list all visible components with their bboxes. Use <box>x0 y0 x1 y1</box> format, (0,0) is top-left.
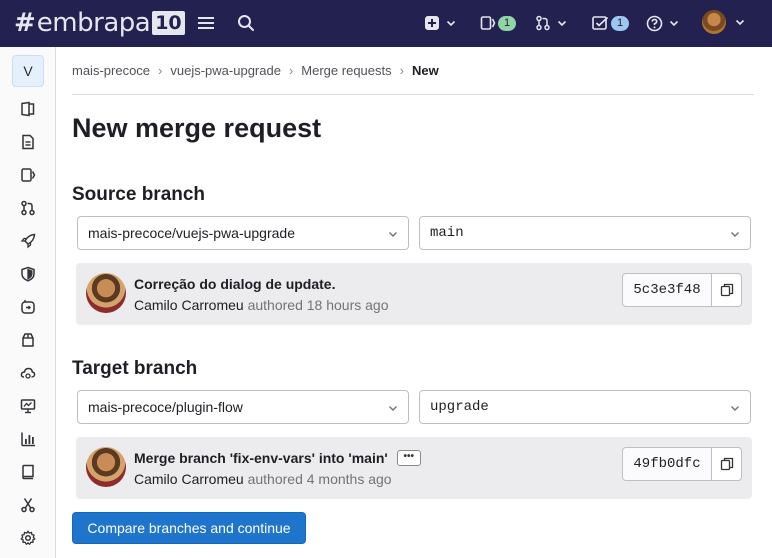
security-shield-icon[interactable] <box>16 262 40 286</box>
todo-icon <box>592 16 609 30</box>
new-item-dropdown[interactable] <box>424 12 456 34</box>
merge-request-icon <box>536 15 550 31</box>
commit-message[interactable]: Correção do dialog de update. <box>134 276 335 292</box>
source-project-value: mais-precoce/vuejs-pwa-upgrade <box>88 225 295 241</box>
repository-icon[interactable] <box>16 130 40 154</box>
commit-author[interactable]: Camilo Carromeu <box>134 297 244 313</box>
breadcrumb-current[interactable]: New <box>412 63 439 78</box>
breadcrumb-merge-requests[interactable]: Merge requests <box>301 63 391 78</box>
page-title: New merge request <box>72 113 322 143</box>
copy-sha-button[interactable] <box>712 447 742 481</box>
help-icon <box>646 15 663 31</box>
commit-message[interactable]: Merge branch 'fix-env-vars' into 'main' <box>134 450 388 466</box>
source-branch-heading: Source branch <box>72 184 206 205</box>
logo-hash: # <box>14 8 36 38</box>
menu-icon[interactable] <box>197 12 215 34</box>
target-commit-card: Merge branch 'fix-env-vars' into 'main' … <box>76 437 752 499</box>
issues-icon[interactable] <box>16 163 40 187</box>
analytics-icon[interactable] <box>16 427 40 451</box>
author-avatar[interactable] <box>86 273 126 313</box>
infrastructure-icon[interactable] <box>16 361 40 385</box>
ci-cd-rocket-icon[interactable] <box>16 229 40 253</box>
project-avatar[interactable]: V <box>12 55 44 87</box>
commit-title: Merge branch 'fix-env-vars' into 'main' … <box>134 450 421 466</box>
target-branch-heading: Target branch <box>72 358 198 379</box>
chevron-down-icon <box>735 19 745 26</box>
chevron-down-icon <box>557 20 567 27</box>
commit-sha[interactable]: 5c3e3f48 <box>622 273 712 307</box>
chevron-down-icon <box>446 20 456 27</box>
snippets-icon[interactable] <box>16 493 40 517</box>
breadcrumb-group[interactable]: mais-precoce <box>72 63 150 78</box>
todos-button[interactable]: 1 <box>592 12 629 34</box>
commit-title[interactable]: Correção do dialog de update. <box>134 276 335 292</box>
logo-word: embrapa <box>36 8 151 38</box>
breadcrumb: mais-precoce › vuejs-pwa-upgrade › Merge… <box>72 63 439 78</box>
copy-sha-button[interactable] <box>712 273 742 307</box>
plus-square-icon <box>425 16 439 30</box>
source-branch-select[interactable]: main <box>419 216 751 250</box>
commit-meta: Camilo Carromeu authored 4 months ago <box>134 471 392 487</box>
deployments-icon[interactable] <box>16 295 40 319</box>
chevron-down-icon <box>669 20 679 27</box>
chevron-down-icon <box>731 232 739 237</box>
project-overview-icon[interactable] <box>16 97 40 121</box>
target-project-value: mais-precoce/plugin-flow <box>88 399 243 415</box>
merge-requests-dropdown[interactable] <box>535 12 567 34</box>
breadcrumb-project[interactable]: vuejs-pwa-upgrade <box>170 63 281 78</box>
chevron-down-icon <box>389 406 397 411</box>
breadcrumb-separator: › <box>399 63 404 78</box>
project-sidebar: V <box>0 47 56 558</box>
breadcrumb-divider <box>72 94 754 95</box>
target-project-select[interactable]: mais-precoce/plugin-flow <box>77 390 409 424</box>
search-icon[interactable] <box>237 12 255 34</box>
commit-sha[interactable]: 49fb0dfc <box>622 447 712 481</box>
source-project-select[interactable]: mais-precoce/vuejs-pwa-upgrade <box>77 216 409 250</box>
monitor-icon[interactable] <box>16 394 40 418</box>
breadcrumb-separator: › <box>288 63 294 78</box>
source-commit-card: Correção do dialog de update. Camilo Car… <box>76 263 752 325</box>
compare-branches-button[interactable]: Compare branches and continue <box>72 512 306 544</box>
commit-sha-group: 49fb0dfc <box>622 447 742 481</box>
merge-requests-icon[interactable] <box>16 196 40 220</box>
commit-author[interactable]: Camilo Carromeu <box>134 471 244 487</box>
todos-count-badge: 1 <box>611 15 629 31</box>
logo-badge: 10 <box>152 11 185 35</box>
commit-time: authored 18 hours ago <box>247 297 389 313</box>
settings-icon[interactable] <box>16 526 40 550</box>
embrapa-logo[interactable]: # embrapa 10 <box>14 9 185 37</box>
target-branch-select[interactable]: upgrade <box>419 390 751 424</box>
copy-icon <box>720 457 733 471</box>
wiki-icon[interactable] <box>16 460 40 484</box>
user-menu-dropdown[interactable] <box>702 10 745 34</box>
user-avatar <box>702 10 726 34</box>
issues-icon <box>480 16 496 30</box>
source-branch-value: main <box>430 225 464 241</box>
help-dropdown[interactable] <box>646 12 679 34</box>
top-navigation-bar: # embrapa 10 1 1 <box>0 0 772 47</box>
commit-time: authored 4 months ago <box>247 471 392 487</box>
copy-icon <box>720 283 733 297</box>
breadcrumb-separator: › <box>158 63 163 78</box>
issues-button[interactable]: 1 <box>480 12 516 34</box>
packages-icon[interactable] <box>16 328 40 352</box>
commit-meta: Camilo Carromeu authored 18 hours ago <box>134 297 388 313</box>
issues-count-badge: 1 <box>498 15 516 31</box>
toggle-description-button[interactable]: ••• <box>396 450 421 466</box>
chevron-down-icon <box>731 406 739 411</box>
commit-sha-group: 5c3e3f48 <box>622 273 742 307</box>
chevron-down-icon <box>389 232 397 237</box>
author-avatar[interactable] <box>86 447 126 487</box>
target-branch-value: upgrade <box>430 399 489 415</box>
